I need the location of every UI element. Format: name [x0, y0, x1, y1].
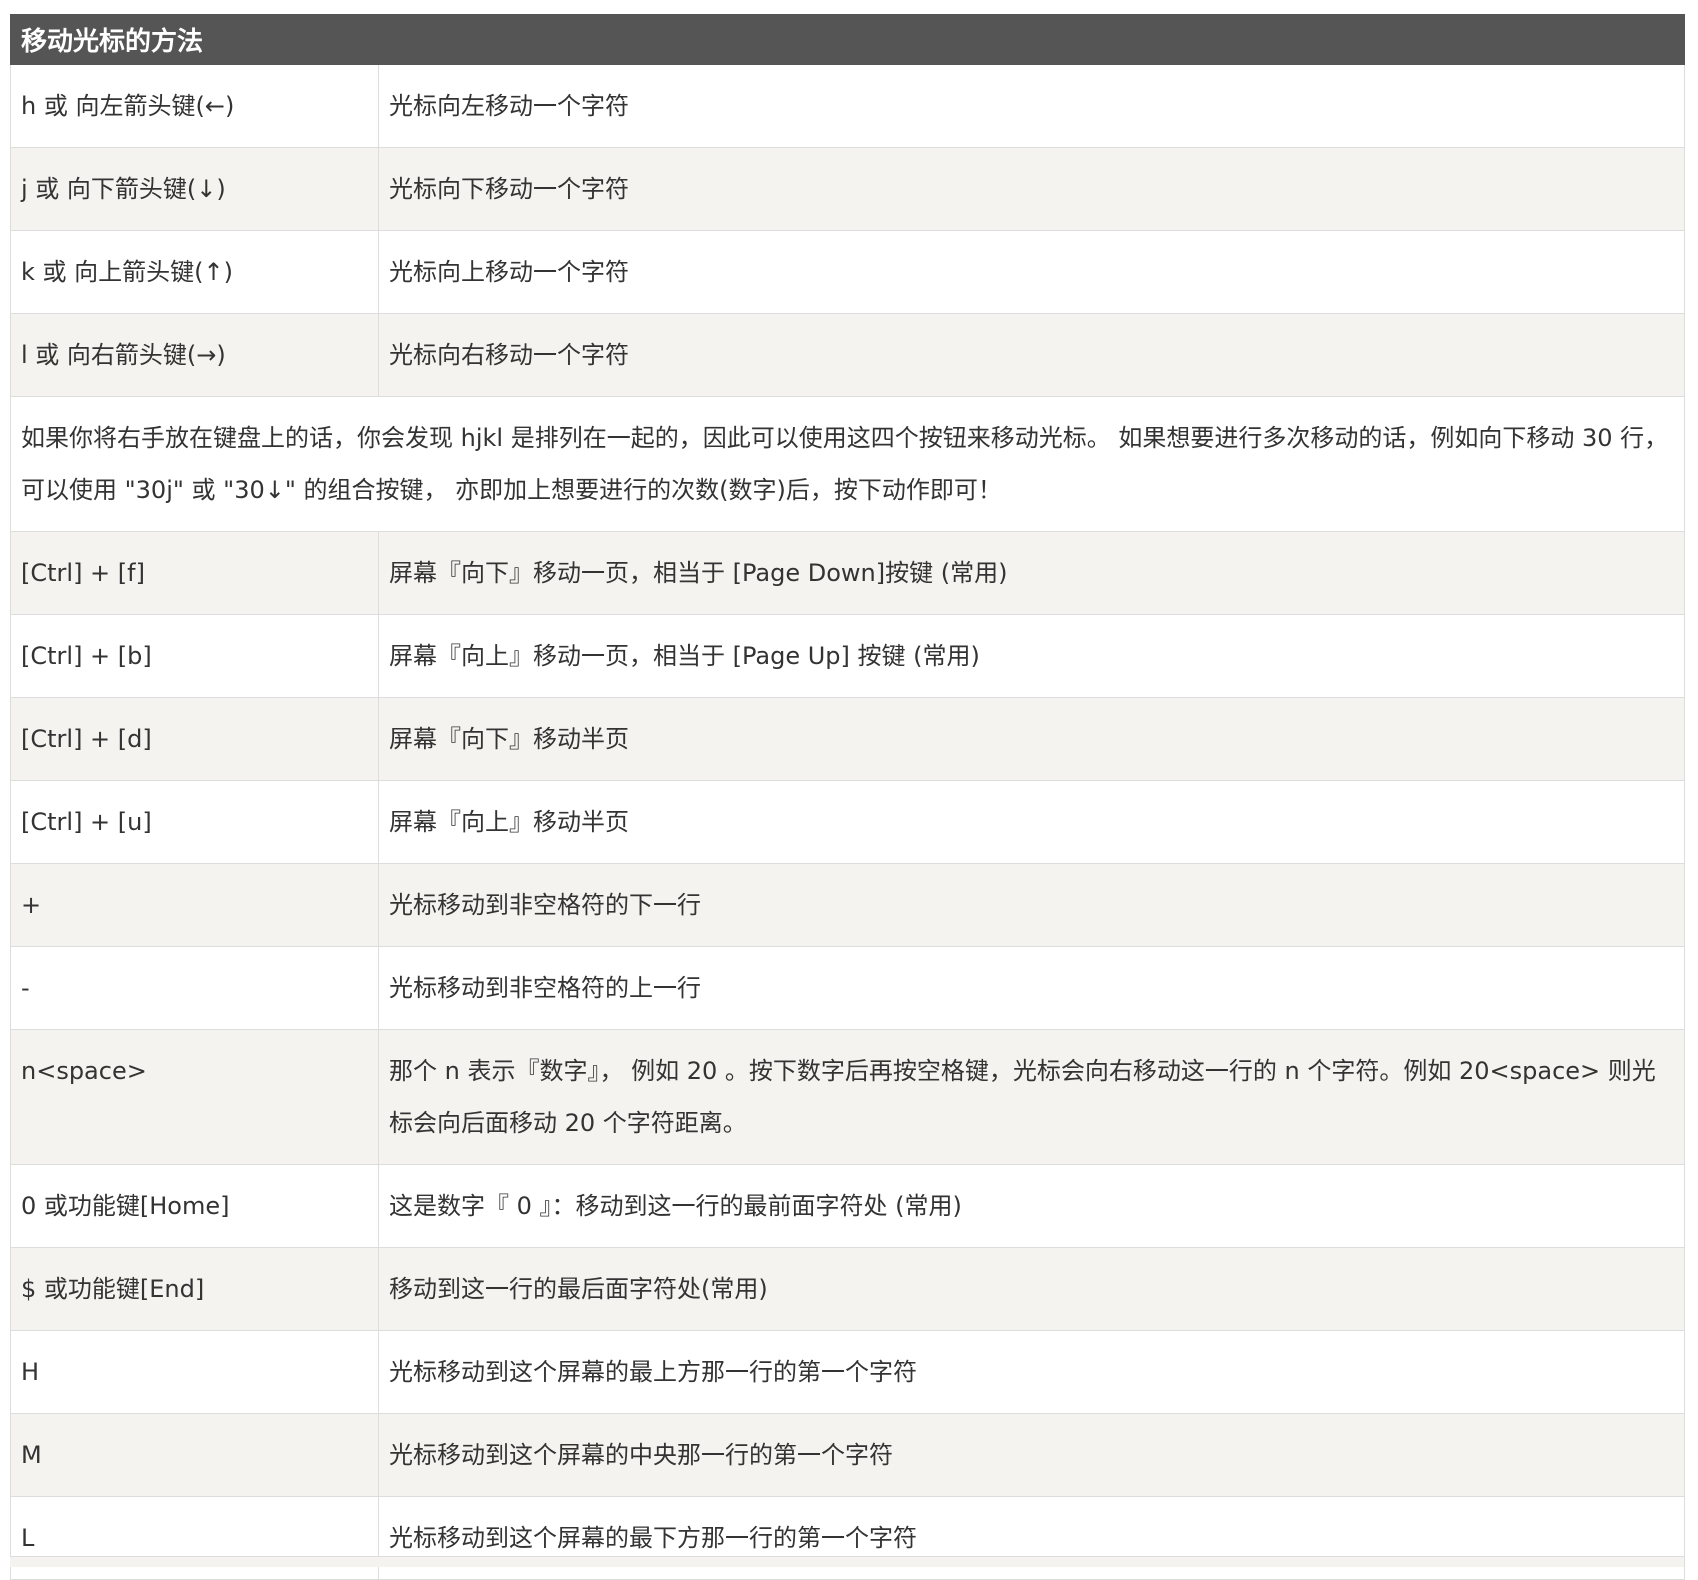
key-cell: +	[10, 863, 379, 947]
table-row: k 或 向上箭头键(↑) 光标向上移动一个字符	[10, 230, 1686, 314]
table-row: $ 或功能键[End] 移动到这一行的最后面字符处(常用)	[10, 1247, 1686, 1331]
desc-cell: 光标向下移动一个字符	[377, 147, 1686, 231]
table-row: H 光标移动到这个屏幕的最上方那一行的第一个字符	[10, 1330, 1686, 1414]
key-cell: M	[10, 1413, 379, 1497]
table-row: [Ctrl] + [u] 屏幕『向上』移动半页	[10, 780, 1686, 864]
key-cell: [Ctrl] + [u]	[10, 780, 379, 864]
desc-cell: 那个 n 表示『数字』， 例如 20 。按下数字后再按空格键，光标会向右移动这一…	[377, 1029, 1686, 1165]
desc-cell: 光标向上移动一个字符	[377, 230, 1686, 314]
cursor-movement-table: 移动光标的方法 h 或 向左箭头键(←) 光标向左移动一个字符 j 或 向下箭头…	[9, 14, 1686, 1580]
table-row: [Ctrl] + [b] 屏幕『向上』移动一页，相当于 [Page Up] 按键…	[10, 614, 1686, 698]
table-row: - 光标移动到非空格符的上一行	[10, 946, 1686, 1030]
key-cell: H	[10, 1330, 379, 1414]
table-title: 移动光标的方法	[9, 14, 1686, 65]
table-row: M 光标移动到这个屏幕的中央那一行的第一个字符	[10, 1413, 1686, 1497]
desc-cell: 屏幕『向下』移动半页	[377, 697, 1686, 781]
cursor-movement-table-container: 移动光标的方法 h 或 向左箭头键(←) 光标向左移动一个字符 j 或 向下箭头…	[9, 14, 1686, 1580]
desc-cell: 光标向右移动一个字符	[377, 313, 1686, 397]
desc-cell: 移动到这一行的最后面字符处(常用)	[377, 1247, 1686, 1331]
note-row: 如果你将右手放在键盘上的话，你会发现 hjkl 是排列在一起的，因此可以使用这四…	[9, 396, 1686, 532]
desc-cell: 光标移动到非空格符的下一行	[377, 863, 1686, 947]
desc-cell: 屏幕『向下』移动一页，相当于 [Page Down]按键 (常用)	[377, 531, 1686, 615]
table-row: [Ctrl] + [d] 屏幕『向下』移动半页	[10, 697, 1686, 781]
key-cell: k 或 向上箭头键(↑)	[10, 230, 379, 314]
desc-cell: 光标移动到这个屏幕的中央那一行的第一个字符	[377, 1413, 1686, 1497]
key-cell: n<space>	[10, 1029, 379, 1165]
note-text: 如果你将右手放在键盘上的话，你会发现 hjkl 是排列在一起的，因此可以使用这四…	[9, 396, 1686, 532]
table-continuation-edge	[10, 1556, 1684, 1567]
desc-cell: 光标向左移动一个字符	[377, 64, 1686, 148]
desc-cell: 光标移动到非空格符的上一行	[377, 946, 1686, 1030]
table-header-row: 移动光标的方法	[9, 14, 1686, 65]
desc-cell: 光标移动到这个屏幕的最下方那一行的第一个字符	[377, 1496, 1686, 1580]
table-row: l 或 向右箭头键(→) 光标向右移动一个字符	[10, 313, 1686, 397]
key-cell: 0 或功能键[Home]	[10, 1164, 379, 1248]
key-cell: l 或 向右箭头键(→)	[10, 313, 379, 397]
table-row: h 或 向左箭头键(←) 光标向左移动一个字符	[10, 64, 1686, 148]
table-row: j 或 向下箭头键(↓) 光标向下移动一个字符	[10, 147, 1686, 231]
key-cell: [Ctrl] + [b]	[10, 614, 379, 698]
key-cell: $ 或功能键[End]	[10, 1247, 379, 1331]
desc-cell: 屏幕『向上』移动一页，相当于 [Page Up] 按键 (常用)	[377, 614, 1686, 698]
desc-cell: 屏幕『向上』移动半页	[377, 780, 1686, 864]
key-cell: j 或 向下箭头键(↓)	[10, 147, 379, 231]
key-cell: L	[10, 1496, 379, 1580]
table-row: L 光标移动到这个屏幕的最下方那一行的第一个字符	[10, 1496, 1686, 1580]
table-row: n<space> 那个 n 表示『数字』， 例如 20 。按下数字后再按空格键，…	[10, 1029, 1686, 1165]
table-row: [Ctrl] + [f] 屏幕『向下』移动一页，相当于 [Page Down]按…	[10, 531, 1686, 615]
key-cell: -	[10, 946, 379, 1030]
desc-cell: 光标移动到这个屏幕的最上方那一行的第一个字符	[377, 1330, 1686, 1414]
table-row: 0 或功能键[Home] 这是数字『 0 』：移动到这一行的最前面字符处 (常用…	[10, 1164, 1686, 1248]
table-row: + 光标移动到非空格符的下一行	[10, 863, 1686, 947]
key-cell: h 或 向左箭头键(←)	[10, 64, 379, 148]
key-cell: [Ctrl] + [f]	[10, 531, 379, 615]
desc-cell: 这是数字『 0 』：移动到这一行的最前面字符处 (常用)	[377, 1164, 1686, 1248]
key-cell: [Ctrl] + [d]	[10, 697, 379, 781]
